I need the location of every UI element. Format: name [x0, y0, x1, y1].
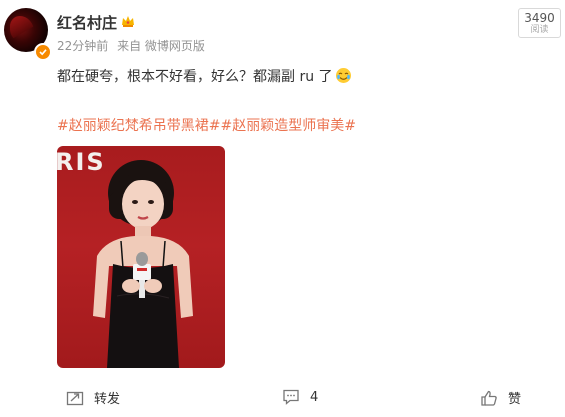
repost-label: 转发 [94, 392, 121, 407]
thumbs-up-icon [481, 390, 497, 406]
topic-hashtags[interactable]: #赵丽颖纪梵希吊带黑裙##赵丽颖造型师审美# [57, 115, 356, 135]
tear-smile-emoji-icon [335, 68, 351, 83]
post-time[interactable]: 22分钟前 [57, 39, 108, 53]
read-count-label: 阅读 [530, 25, 549, 35]
share-icon [66, 391, 84, 405]
read-count-value: 3490 [524, 11, 555, 25]
avatar-artwork [10, 16, 34, 42]
member-crown-icon [122, 16, 134, 27]
woman-photo-illustration [93, 160, 193, 368]
like-button[interactable]: 赞 [480, 388, 521, 407]
read-count-box: 3490 阅读 [518, 8, 561, 38]
post-source: 来自 微博网页版 [117, 39, 205, 53]
verified-badge-icon [34, 43, 52, 61]
repost-button[interactable]: 转发 [66, 388, 120, 407]
comment-button[interactable]: 4 [282, 388, 318, 406]
comment-count: 4 [310, 389, 319, 405]
post-body: 都在硬夸，根本不好看，好么？都漏副 ru 了 [57, 69, 333, 85]
post-text: 都在硬夸，根本不好看，好么？都漏副 ru 了 [57, 66, 352, 86]
post-meta: 22分钟前 来自 微博网页版 [57, 37, 210, 54]
user-name[interactable]: 红名村庄 [57, 12, 117, 33]
comment-icon [283, 389, 299, 405]
like-label: 赞 [508, 392, 522, 407]
post-image[interactable]: RIS [57, 146, 225, 368]
